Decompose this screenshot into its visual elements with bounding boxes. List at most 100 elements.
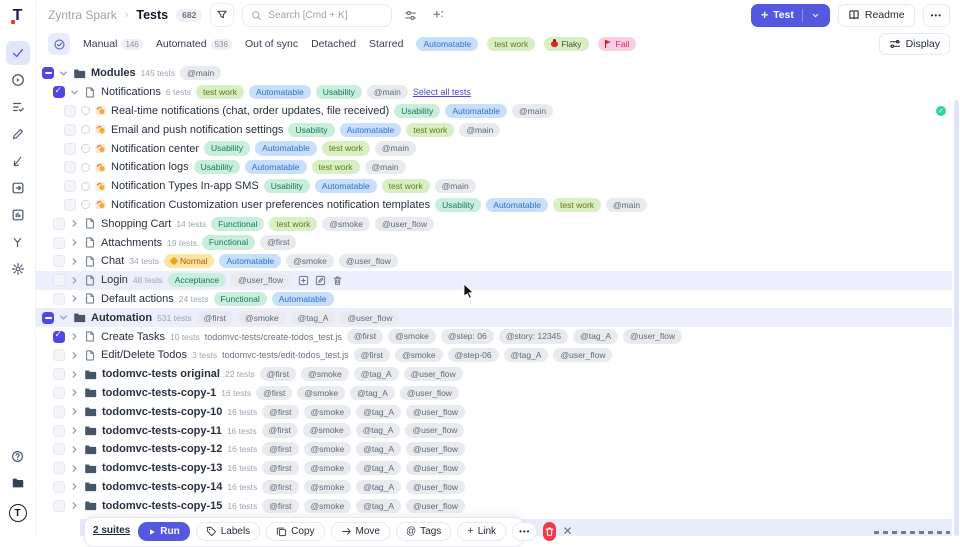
tag-chip--smoke[interactable]: @smoke <box>304 442 352 456</box>
tag-chip-test-work[interactable]: test work <box>382 179 430 193</box>
filter-item-detached[interactable]: Detached <box>311 38 356 50</box>
sidebar-item-plans-list[interactable] <box>6 95 30 119</box>
sidebar-item-help[interactable] <box>6 444 30 468</box>
tag-chip--main[interactable]: @main <box>435 179 476 193</box>
row-checkbox[interactable] <box>53 425 65 437</box>
tag-chip--tag-a[interactable]: @tag_A <box>354 367 399 381</box>
tag-chip-usability[interactable]: Usability <box>435 198 481 212</box>
suite-row[interactable]: todomvc-tests-copy-1516 tests@first@smok… <box>36 496 952 515</box>
suite-title[interactable]: Attachments <box>101 237 162 249</box>
tag-chip-automatable[interactable]: Automatable <box>272 292 334 306</box>
tag-chip-normal[interactable]: Normal <box>164 254 214 268</box>
delete-suite-icon[interactable] <box>332 275 343 286</box>
test-title[interactable]: Real-time notifications (chat, order upd… <box>111 105 389 117</box>
tag-chip--main[interactable]: @main <box>459 123 500 137</box>
breadcrumb-project[interactable]: Zyntra Spark <box>48 8 117 22</box>
tag-chip--smoke[interactable]: @smoke <box>286 254 334 268</box>
tag-chip--first[interactable]: @first <box>262 499 298 513</box>
tag-chip--main[interactable]: @main <box>367 85 408 99</box>
tag-chip--main[interactable]: @main <box>606 198 647 212</box>
tag-chip--first[interactable]: @first <box>260 367 296 381</box>
suite-title[interactable]: todomvc-tests-copy-1 <box>102 387 216 399</box>
edit-suite-icon[interactable] <box>315 275 326 286</box>
suite-row[interactable]: todomvc-tests-copy-1216 tests@first@smok… <box>36 440 952 459</box>
tag-chip--first[interactable]: @first <box>262 405 298 419</box>
bulk-move-button[interactable]: Move <box>331 522 390 541</box>
row-checkbox[interactable] <box>53 218 65 230</box>
tag-chip--smoke[interactable]: @smoke <box>322 217 370 231</box>
display-button[interactable]: Display <box>879 33 950 55</box>
tag-chip-test-work[interactable]: test work <box>322 141 370 155</box>
chevron-right-icon[interactable] <box>70 445 79 454</box>
sidebar-item-files-folder[interactable] <box>6 471 30 495</box>
test-row[interactable]: Notification centerUsabilityAutomatablet… <box>36 139 952 158</box>
suite-title[interactable]: Create Tasks <box>101 331 165 343</box>
filter-chip-flaky[interactable]: Flaky <box>544 37 588 51</box>
tag-chip--smoke[interactable]: @smoke <box>301 367 349 381</box>
test-row[interactable]: Real-time notifications (chat, order upd… <box>36 102 952 121</box>
bulk-link-button[interactable]: +Link <box>457 522 506 541</box>
run-status-circle[interactable] <box>81 106 90 115</box>
tag-chip-test-work[interactable]: test work <box>269 217 317 231</box>
tag-chip--tag-a[interactable]: @tag_A <box>356 405 401 419</box>
row-checkbox[interactable] <box>42 67 54 79</box>
chevron-down-icon[interactable] <box>811 11 820 20</box>
suite-title[interactable]: todomvc-tests-copy-12 <box>102 443 222 455</box>
bulk-tags-button[interactable]: @Tags <box>396 522 451 541</box>
tag-chip--main[interactable]: @main <box>365 160 406 174</box>
tag-chip--main[interactable]: @main <box>512 104 553 118</box>
tag-chip--main[interactable]: @main <box>180 66 221 80</box>
test-row[interactable]: Notification logsUsabilityAutomatabletes… <box>36 158 952 177</box>
tag-chip--first[interactable]: @first <box>262 461 298 475</box>
readme-button[interactable]: Readme <box>838 4 915 27</box>
row-checkbox[interactable] <box>53 349 65 361</box>
filter-item-starred[interactable]: Starred <box>369 38 403 50</box>
tag-chip-functional[interactable]: Functional <box>214 292 267 306</box>
tag-chip--smoke[interactable]: @smoke <box>304 461 352 475</box>
row-checkbox[interactable] <box>53 331 65 343</box>
tag-chip--user-flow[interactable]: @user_flow <box>375 217 434 231</box>
tag-chip--step-06[interactable]: @step-06 <box>448 348 499 362</box>
test-row[interactable]: Email and push notification settingsUsab… <box>36 120 952 139</box>
profile-avatar[interactable]: T <box>6 501 30 525</box>
tag-chip--user-flow[interactable]: @user_flow <box>340 311 399 325</box>
filter-item-manual[interactable]: Manual146 <box>83 38 143 50</box>
bulk-more-button[interactable]: ••• <box>512 522 537 541</box>
suite-title[interactable]: Notifications <box>101 86 161 98</box>
tag-chip-automatable[interactable]: Automatable <box>340 123 402 137</box>
suite-row[interactable]: Attachments19 testsFunctional@first <box>36 233 952 252</box>
tag-chip--first[interactable]: @first <box>260 235 296 249</box>
header-more-button[interactable]: ••• <box>923 4 950 27</box>
run-status-circle[interactable] <box>81 182 90 191</box>
row-checkbox[interactable] <box>64 105 76 117</box>
tag-chip--main[interactable]: @main <box>375 141 416 155</box>
test-title[interactable]: Notification Customization user preferen… <box>111 199 430 211</box>
run-status-circle[interactable] <box>81 200 90 209</box>
tag-chip-usability[interactable]: Usability <box>288 123 334 137</box>
row-checkbox[interactable] <box>53 481 65 493</box>
tag-chip--user-flow[interactable]: @user_flow <box>406 442 465 456</box>
tag-chip-usability[interactable]: Usability <box>204 141 250 155</box>
tag-chip-functional[interactable]: Functional <box>202 235 255 249</box>
tag-chip-automatable[interactable]: Automatable <box>486 198 548 212</box>
suite-row[interactable]: Edit/Delete Todos3 teststodomvc-tests/ed… <box>36 346 952 365</box>
suite-row[interactable]: Notifications6 teststest workAutomatable… <box>36 83 952 102</box>
tag-chip--first[interactable]: @first <box>197 311 233 325</box>
scrollbar[interactable] <box>954 100 959 536</box>
suite-title[interactable]: Automation <box>91 312 152 324</box>
tag-chip-automatable[interactable]: Automatable <box>249 85 311 99</box>
filter-chip-test-work[interactable]: test work <box>487 37 535 51</box>
row-checkbox[interactable] <box>53 86 65 98</box>
tag-chip--first[interactable]: @first <box>256 386 292 400</box>
suite-row[interactable]: Shopping Cart14 testsFunctionaltest work… <box>36 214 952 233</box>
tag-chip--user-flow[interactable]: @user_flow <box>553 348 612 362</box>
suite-title[interactable]: Default actions <box>101 293 174 305</box>
tag-chip--story-12345[interactable]: @story: 12345 <box>499 329 568 343</box>
tag-chip--tag-a[interactable]: @tag_A <box>356 442 401 456</box>
test-title[interactable]: Notification logs <box>111 161 189 173</box>
chevron-right-icon[interactable] <box>70 238 79 247</box>
sidebar-item-gear[interactable] <box>6 257 30 281</box>
bulk-copy-button[interactable]: Copy <box>266 522 324 541</box>
tag-chip--tag-a[interactable]: @tag_A <box>504 348 549 362</box>
tag-chip-acceptance[interactable]: Acceptance <box>168 273 226 287</box>
